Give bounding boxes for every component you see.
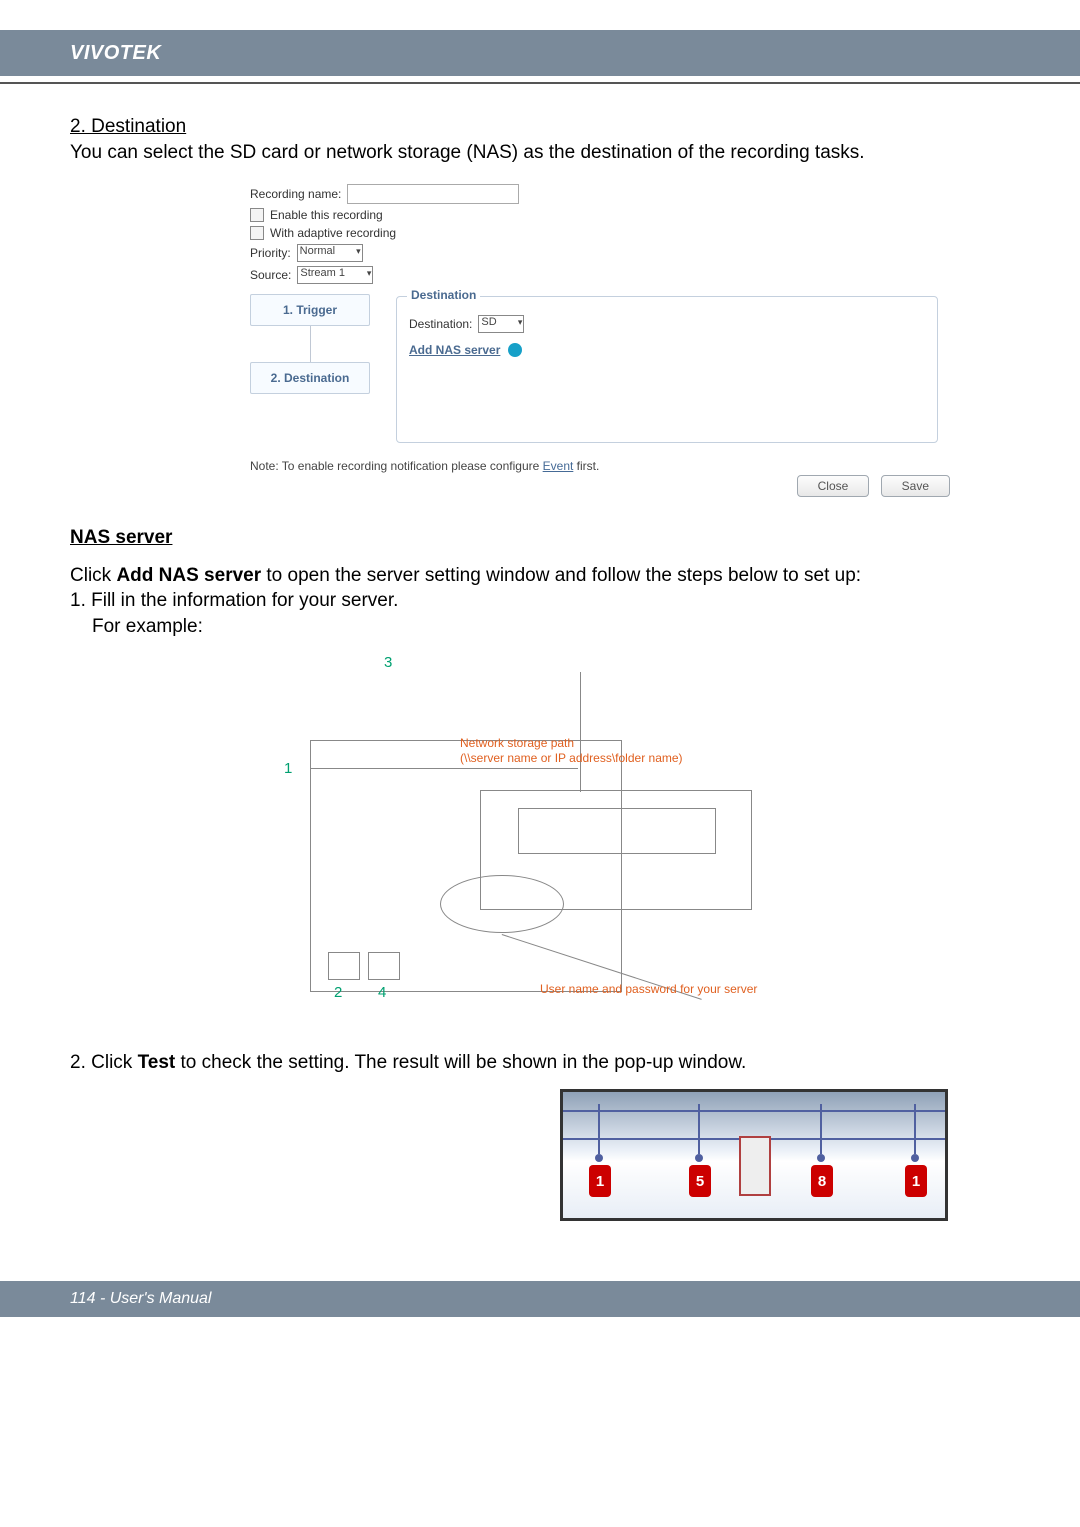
- callout-num-2: 2: [334, 984, 342, 1001]
- add-nas-server-link[interactable]: Add NAS server: [409, 343, 500, 357]
- callout-num-4: 4: [378, 984, 386, 1001]
- nas-heading: NAS server: [70, 527, 1010, 549]
- destination-label: Destination:: [409, 317, 472, 331]
- lan-topology-image: 1 5 8 1: [560, 1089, 948, 1221]
- nas-intro: Click Add NAS server to open the server …: [70, 563, 1010, 589]
- nas-card-icon: [739, 1136, 771, 1196]
- brand-label: VIVOTEK: [70, 42, 161, 65]
- save-button[interactable]: Save: [881, 475, 950, 497]
- recording-note: Note: To enable recording notification p…: [250, 459, 950, 473]
- priority-label: Priority:: [250, 246, 291, 260]
- nas-example: For example:: [70, 614, 1010, 640]
- nas-step1: 1. Fill in the information for your serv…: [70, 588, 1010, 614]
- enable-recording-checkbox[interactable]: [250, 208, 264, 222]
- camera-icon: 1: [589, 1165, 611, 1197]
- event-link[interactable]: Event: [543, 459, 574, 473]
- destination-fieldset: Destination Destination: SD Add NAS serv…: [396, 296, 938, 443]
- recording-name-input[interactable]: [347, 184, 519, 204]
- callout-num-3: 3: [384, 654, 392, 671]
- source-select[interactable]: Stream 1: [297, 266, 373, 284]
- callout-label-creds: User name and password for your server: [540, 982, 757, 996]
- nas-callout-diagram: 3 1 2 4 Network storage path (\\server n…: [270, 660, 970, 1020]
- destination-legend: Destination: [407, 288, 480, 302]
- section-heading: 2. Destination: [70, 116, 1010, 138]
- destination-select[interactable]: SD: [478, 315, 524, 333]
- callout-num-1: 1: [284, 760, 292, 777]
- page-footer: 114 - User's Manual: [0, 1281, 1080, 1317]
- help-icon[interactable]: [508, 343, 522, 357]
- camera-icon: 5: [689, 1165, 711, 1197]
- recording-name-label: Recording name:: [250, 187, 341, 201]
- adaptive-recording-checkbox[interactable]: [250, 226, 264, 240]
- recording-settings-screenshot: Recording name: Enable this recording Wi…: [250, 184, 950, 497]
- callout-label-path2: (\\server name or IP address\folder name…: [460, 751, 683, 765]
- close-button[interactable]: Close: [797, 475, 870, 497]
- wizard-step-destination[interactable]: 2. Destination: [250, 362, 370, 394]
- camera-icon: 1: [905, 1165, 927, 1197]
- callout-label-path1: Network storage path: [460, 736, 574, 750]
- footer-text: 114 - User's Manual: [70, 1290, 211, 1308]
- source-label: Source:: [250, 268, 291, 282]
- wizard-steps: 1. Trigger 2. Destination: [250, 294, 370, 394]
- page-header: VIVOTEK: [0, 30, 1080, 76]
- priority-select[interactable]: Normal: [297, 244, 363, 262]
- camera-icon: 8: [811, 1165, 833, 1197]
- adaptive-recording-label: With adaptive recording: [270, 226, 396, 240]
- nas-step2: 2. Click Test to check the setting. The …: [70, 1050, 1010, 1076]
- header-rule: [0, 82, 1080, 84]
- section-intro: You can select the SD card or network st…: [70, 140, 1010, 166]
- wizard-step-trigger[interactable]: 1. Trigger: [250, 294, 370, 326]
- enable-recording-label: Enable this recording: [270, 208, 383, 222]
